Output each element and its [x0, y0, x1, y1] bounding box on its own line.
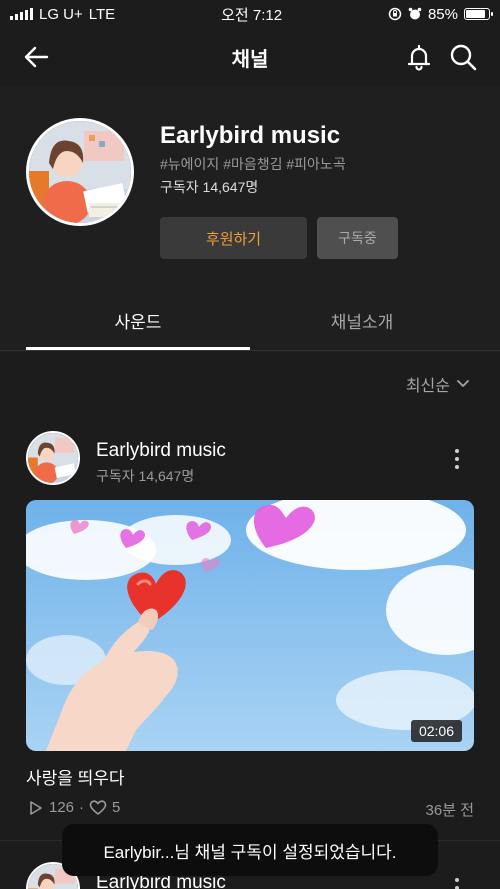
post-author-avatar[interactable]	[26, 431, 80, 485]
post-author-name[interactable]: Earlybird music	[96, 440, 226, 462]
orientation-lock-icon	[388, 7, 402, 21]
clock: 오전 7:12	[221, 6, 283, 24]
post-author-subscribers: 구독자 14,647명	[96, 468, 195, 484]
stats-separator-dot: ·	[79, 799, 85, 816]
post-thumbnail[interactable]: 02:06	[26, 500, 474, 751]
alarm-icon	[408, 7, 422, 20]
tab-about[interactable]: 채널소개	[250, 308, 474, 350]
more-options-icon[interactable]	[446, 878, 468, 889]
network-label: LTE	[88, 5, 116, 23]
channel-tags: #뉴에이지 #마음챙김 #피아노곡	[160, 156, 346, 172]
nav-bar: 채널	[0, 28, 500, 86]
channel-subscribers: 구독자 14,647명	[160, 179, 259, 195]
play-count: 126	[49, 799, 75, 816]
post-title[interactable]: 사랑을 띄우다	[26, 764, 125, 789]
like-count: 5	[112, 799, 121, 816]
thumbnail-image	[26, 500, 474, 751]
page-title: 채널	[231, 48, 269, 71]
battery-percent: 85%	[427, 5, 458, 23]
channel-avatar	[26, 118, 134, 226]
tab-sound[interactable]: 사운드	[26, 308, 250, 350]
status-left: LG U+ LTE	[10, 6, 115, 23]
post-time: 36분 전	[425, 802, 474, 819]
support-button[interactable]: 후원하기	[160, 217, 307, 259]
battery-icon	[464, 8, 493, 20]
arrow-left-icon[interactable]	[22, 42, 52, 72]
chevron-down-icon	[457, 380, 469, 387]
play-icon	[30, 800, 42, 815]
post-stats: 126 · 5	[28, 799, 120, 816]
bell-icon[interactable]	[404, 42, 434, 72]
search-icon[interactable]	[448, 42, 478, 72]
sort-label: 최신순	[405, 378, 450, 395]
channel-header: Earlybird music #뉴에이지 #마음챙김 #피아노곡 구독자 14…	[0, 86, 500, 350]
signal-icon	[10, 8, 33, 20]
toast-message: Earlybir...님 채널 구독이 설정되었습니다.	[62, 824, 438, 876]
status-right: 85%	[388, 5, 493, 23]
carrier-label: LG U+	[39, 5, 83, 23]
subscribed-button[interactable]: 구독중	[317, 217, 398, 259]
sort-dropdown[interactable]: 최신순	[406, 372, 470, 396]
channel-name: Earlybird music	[160, 122, 341, 149]
video-duration: 02:06	[410, 720, 462, 742]
divider	[0, 350, 500, 351]
status-bar: LG U+ LTE 오전 7:12 85%	[0, 0, 500, 28]
more-options-icon[interactable]	[446, 444, 468, 474]
heart-icon[interactable]	[89, 799, 107, 816]
